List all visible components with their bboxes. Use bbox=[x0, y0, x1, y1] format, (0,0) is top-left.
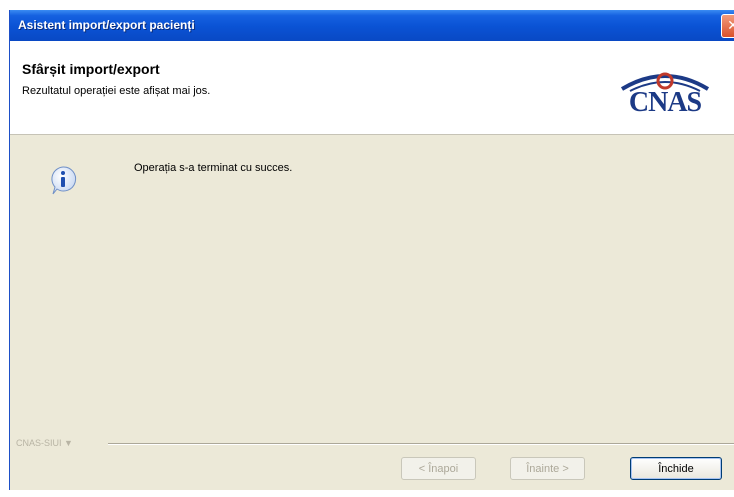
close-button[interactable]: Închide bbox=[630, 457, 722, 480]
footer-brand-label: CNAS-SIUI ▼ bbox=[16, 438, 73, 448]
close-window-button[interactable]: ✕ bbox=[721, 14, 734, 38]
wizard-header: Sfârșit import/export Rezultatul operați… bbox=[10, 41, 734, 135]
next-button[interactable]: Înainte > bbox=[510, 457, 585, 480]
cnas-logo: CNAS bbox=[610, 59, 720, 127]
dialog-window: Asistent import/export pacienți ✕ Sfârși… bbox=[9, 10, 734, 490]
result-message: Operația s-a terminat cu succes. bbox=[134, 162, 293, 174]
page-title: Sfârșit import/export bbox=[22, 61, 160, 77]
back-button[interactable]: < Înapoi bbox=[401, 457, 476, 480]
page-subtitle: Rezultatul operației este afișat mai jos… bbox=[22, 85, 211, 97]
info-icon bbox=[51, 166, 77, 195]
logo-text: CNAS bbox=[628, 87, 702, 118]
window-title: Asistent import/export pacienți bbox=[18, 18, 195, 32]
title-bar[interactable]: Asistent import/export pacienți ✕ bbox=[10, 10, 734, 41]
footer-divider bbox=[108, 443, 734, 445]
